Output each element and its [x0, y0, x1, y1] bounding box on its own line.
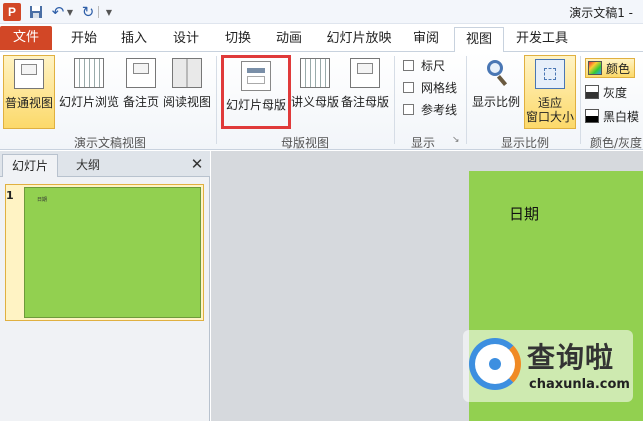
- group-separator: [466, 56, 467, 144]
- group-label-presentation-views: 演示文稿视图: [73, 136, 146, 150]
- checkbox-box[interactable]: [403, 103, 414, 115]
- tab-animations[interactable]: 动画: [266, 27, 312, 52]
- pane-tabs: 幻灯片 大纲 ✕: [0, 151, 210, 177]
- slide-master-button[interactable]: 幻灯片母版: [221, 55, 291, 129]
- watermark: 查询啦 chaxunla.com: [463, 330, 633, 402]
- tab-insert[interactable]: 插入: [112, 27, 156, 52]
- tab-developer[interactable]: 开发工具: [508, 27, 576, 52]
- watermark-domain: chaxunla.com: [529, 377, 630, 392]
- reading-view-button[interactable]: 阅读视图: [162, 55, 212, 129]
- slide-sorter-icon: [74, 58, 104, 88]
- reading-view-icon: [172, 58, 202, 88]
- fit-to-window-icon: [535, 59, 565, 89]
- notes-master-icon: [350, 58, 380, 88]
- notes-page-label: 备注页: [122, 95, 159, 109]
- powerpoint-icon[interactable]: P: [3, 3, 21, 21]
- watermark-title: 查询啦: [527, 341, 615, 374]
- zoom-button[interactable]: 显示比例: [470, 55, 522, 129]
- gridlines-checkbox[interactable]: 网格线: [403, 79, 457, 95]
- reading-view-label: 阅读视图: [162, 95, 211, 109]
- group-label-color: 颜色/灰度: [590, 136, 643, 150]
- normal-view-button[interactable]: 普通视图: [3, 55, 55, 129]
- slide-master-icon: [241, 61, 271, 91]
- ribbon: 普通视图 幻灯片浏览 备注页 阅读视图 演示文稿视图 幻灯片母版 讲义母版 备注…: [0, 52, 643, 150]
- grayscale-swatch-icon: [585, 85, 599, 99]
- zoom-icon: [481, 58, 511, 88]
- slide-sorter-label: 幻灯片浏览: [58, 95, 119, 109]
- group-separator: [394, 56, 395, 144]
- undo-icon[interactable]: ↶: [51, 3, 65, 21]
- zoom-label: 显示比例: [471, 95, 520, 109]
- thumbnail-text: 日期: [37, 197, 48, 203]
- fit-to-window-label-2: 窗口大小: [525, 110, 574, 124]
- handout-master-button[interactable]: 讲义母版: [291, 55, 340, 129]
- checkbox-box[interactable]: [403, 59, 414, 71]
- handout-master-label: 讲义母版: [291, 95, 340, 109]
- redo-icon[interactable]: ↻: [81, 3, 95, 21]
- color-label: 颜色: [606, 61, 631, 76]
- fit-to-window-button[interactable]: 适应 窗口大小: [524, 55, 576, 129]
- tab-review[interactable]: 审阅: [404, 27, 448, 52]
- save-icon[interactable]: [27, 3, 45, 21]
- tab-view[interactable]: 视图: [454, 27, 504, 53]
- watermark-logo-icon: [469, 338, 521, 390]
- date-placeholder[interactable]: 日期: [509, 203, 539, 224]
- ribbon-tabs: 文件 开始 插入 设计 切换 动画 幻灯片放映 审阅 视图 开发工具: [0, 24, 643, 53]
- color-swatch-icon: [588, 61, 602, 75]
- slides-pane: 幻灯片 大纲 ✕ 1 日期: [0, 151, 210, 421]
- group-label-zoom: 显示比例: [500, 136, 549, 150]
- group-label-master-views: 母版视图: [280, 136, 329, 150]
- window-title: 演示文稿1 -: [569, 6, 633, 20]
- slide-thumbnail[interactable]: 日期: [24, 187, 201, 318]
- black-white-swatch-icon: [585, 109, 599, 123]
- tab-transitions[interactable]: 切换: [216, 27, 260, 52]
- tab-design[interactable]: 设计: [163, 27, 209, 52]
- normal-view-label: 普通视图: [4, 96, 53, 110]
- slide-master-label: 幻灯片母版: [225, 98, 286, 112]
- fit-to-window-label-1: 适应: [537, 96, 562, 110]
- close-icon[interactable]: ✕: [189, 156, 205, 172]
- notes-page-icon: [126, 58, 156, 88]
- tab-slides[interactable]: 幻灯片: [2, 154, 58, 177]
- customize-icon[interactable]: ▼: [104, 3, 114, 21]
- ruler-checkbox[interactable]: 标尺: [403, 57, 445, 73]
- toolbar-separator: [98, 6, 100, 18]
- group-label-show: 显示: [410, 136, 435, 150]
- tab-file[interactable]: 文件: [0, 26, 52, 50]
- guides-label: 参考线: [421, 102, 458, 117]
- group-separator: [216, 56, 217, 144]
- tab-slideshow[interactable]: 幻灯片放映: [318, 27, 400, 52]
- group-separator: [580, 56, 581, 144]
- guides-checkbox[interactable]: 参考线: [403, 101, 457, 117]
- slide-number: 1: [6, 189, 14, 202]
- undo-dropdown-icon[interactable]: ▼: [66, 3, 74, 21]
- slide-sorter-button[interactable]: 幻灯片浏览: [58, 55, 120, 129]
- black-white-option[interactable]: 黑白模: [585, 106, 639, 126]
- handout-master-icon: [299, 58, 330, 88]
- notes-master-label: 备注母版: [340, 95, 389, 109]
- notes-page-button[interactable]: 备注页: [121, 55, 161, 129]
- checkbox-box[interactable]: [403, 81, 414, 93]
- black-white-label: 黑白模: [603, 109, 640, 124]
- dialog-launcher-icon[interactable]: ↘: [452, 135, 460, 145]
- grayscale-option[interactable]: 灰度: [585, 82, 627, 102]
- gridlines-label: 网格线: [421, 80, 458, 95]
- color-option[interactable]: 颜色: [585, 58, 635, 78]
- notes-master-button[interactable]: 备注母版: [339, 55, 391, 129]
- grayscale-label: 灰度: [603, 85, 628, 100]
- tab-outline[interactable]: 大纲: [60, 154, 116, 177]
- tab-home[interactable]: 开始: [62, 27, 106, 52]
- ruler-label: 标尺: [421, 58, 446, 73]
- normal-view-icon: [14, 59, 44, 89]
- title-bar: P ↶ ▼ ↻ ▼ 演示文稿1 -: [0, 0, 643, 24]
